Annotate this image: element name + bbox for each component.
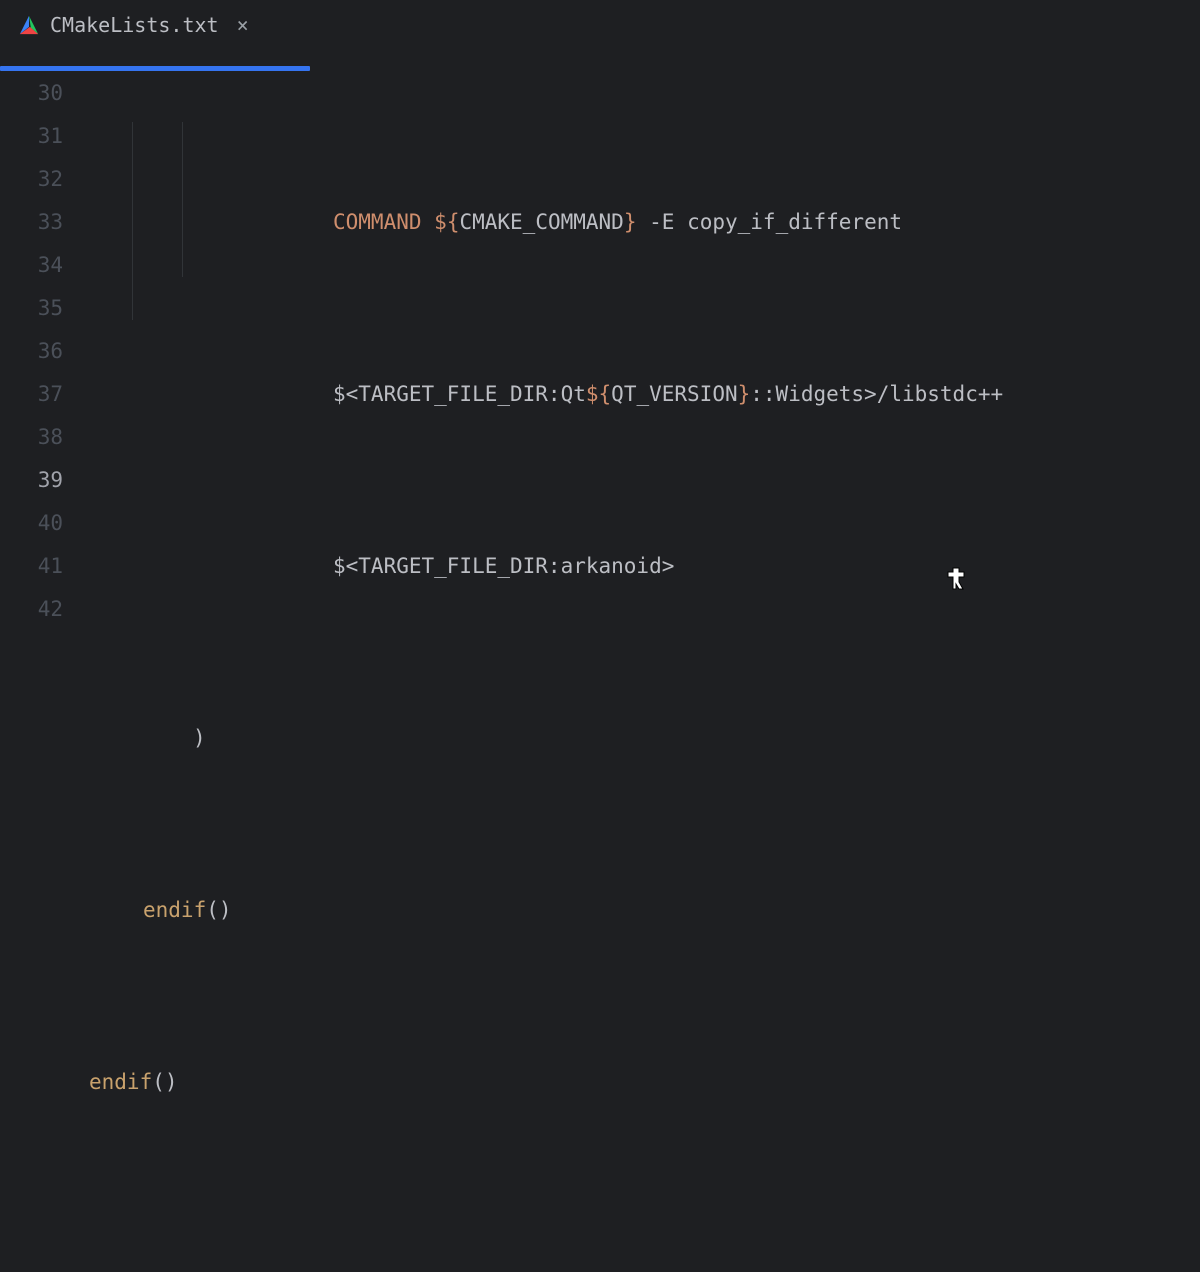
token-text: -E copy_if_different bbox=[637, 210, 903, 234]
line-number: 32 bbox=[0, 158, 63, 201]
token-paren: () bbox=[206, 898, 231, 922]
code-line[interactable]: $<TARGET_FILE_DIR:Qt${QT_VERSION}::Widge… bbox=[85, 373, 1200, 416]
line-number: 39 bbox=[0, 459, 63, 502]
line-number: 42 bbox=[0, 588, 63, 631]
token-delim: } bbox=[738, 382, 751, 406]
line-gutter: 30 31 32 33 34 35 36 37 38 39 40 41 42 bbox=[0, 72, 85, 636]
code-line[interactable]: COMMAND ${CMAKE_COMMAND} -E copy_if_diff… bbox=[85, 201, 1200, 244]
token-text: $<TARGET_FILE_DIR:arkanoid> bbox=[333, 554, 674, 578]
tab-bar: CMakeLists.txt × bbox=[0, 0, 1200, 50]
token-keyword: COMMAND bbox=[333, 210, 422, 234]
line-number: 37 bbox=[0, 373, 63, 416]
code-area[interactable]: COMMAND ${CMAKE_COMMAND} -E copy_if_diff… bbox=[85, 72, 1200, 636]
line-number: 38 bbox=[0, 416, 63, 459]
code-line[interactable]: endif() bbox=[85, 889, 1200, 932]
line-number: 31 bbox=[0, 115, 63, 158]
tab-active-indicator bbox=[0, 66, 310, 71]
token-function: endif bbox=[143, 898, 206, 922]
token-function: endif bbox=[89, 1070, 152, 1094]
line-number: 30 bbox=[0, 72, 63, 115]
token-paren: () bbox=[152, 1070, 177, 1094]
line-number: 40 bbox=[0, 502, 63, 545]
cmake-icon bbox=[18, 14, 40, 36]
token-delim: ${ bbox=[586, 382, 611, 406]
line-number: 41 bbox=[0, 545, 63, 588]
code-line[interactable]: ) bbox=[85, 717, 1200, 760]
line-number: 34 bbox=[0, 244, 63, 287]
token-variable: QT_VERSION bbox=[611, 382, 737, 406]
code-line[interactable] bbox=[85, 1233, 1200, 1272]
token-variable: CMAKE_COMMAND bbox=[459, 210, 623, 234]
token-text: ::Widgets>/libstdc++ bbox=[750, 382, 1003, 406]
editor[interactable]: 30 31 32 33 34 35 36 37 38 39 40 41 42 C… bbox=[0, 50, 1200, 636]
token-paren: ) bbox=[193, 726, 206, 750]
code-line[interactable]: $<TARGET_FILE_DIR:arkanoid> bbox=[85, 545, 1200, 588]
code-line[interactable]: endif() bbox=[85, 1061, 1200, 1104]
line-number: 33 bbox=[0, 201, 63, 244]
token-delim: ${ bbox=[434, 210, 459, 234]
line-number: 36 bbox=[0, 330, 63, 373]
tab-filename: CMakeLists.txt bbox=[50, 13, 219, 37]
token-delim: } bbox=[624, 210, 637, 234]
line-number: 35 bbox=[0, 287, 63, 330]
token-text: $<TARGET_FILE_DIR:Qt bbox=[333, 382, 586, 406]
file-tab[interactable]: CMakeLists.txt × bbox=[0, 0, 267, 49]
close-icon[interactable]: × bbox=[237, 13, 249, 37]
